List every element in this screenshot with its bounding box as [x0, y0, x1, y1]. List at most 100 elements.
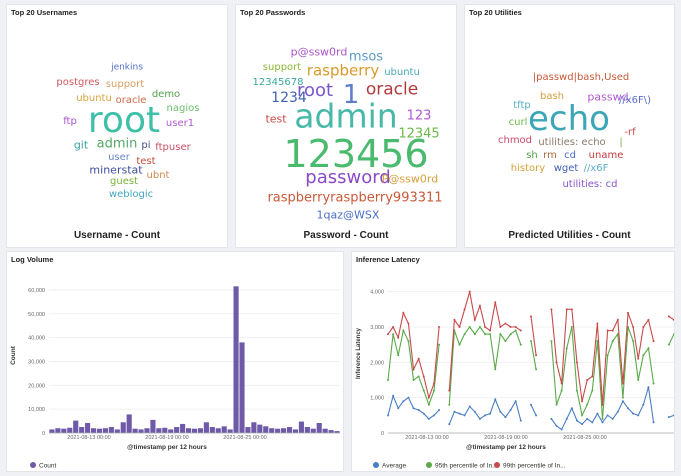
series-point — [652, 382, 655, 385]
series-point — [458, 343, 461, 346]
cloud-word[interactable]: //x6F — [584, 164, 609, 174]
series-point — [596, 322, 599, 325]
cloud-word[interactable]: utilities: echo — [538, 138, 605, 148]
series-point — [463, 333, 466, 336]
x-tick-label: 2021-08-25 00:00 — [563, 435, 606, 441]
x-axis-title: @timestamp per 12 hours — [127, 444, 207, 451]
cloud-word[interactable]: p@ssw0rd — [291, 47, 348, 58]
cloud-word[interactable]: user1 — [166, 119, 194, 129]
series-point — [417, 375, 420, 378]
series-point — [402, 311, 405, 314]
series-point — [550, 340, 553, 343]
cloud-word[interactable]: sh — [526, 151, 538, 161]
bar — [96, 428, 103, 433]
series-point — [422, 389, 425, 392]
log-volume-chart[interactable]: 0 10,000 20,000 30,000 40,000 50,000 60,000 202… — [7, 252, 343, 471]
series-point — [417, 409, 420, 412]
x-tick-label: 2021-08-19 00:00 — [145, 435, 188, 441]
y-tick-label: 20,000 — [28, 383, 45, 389]
inference-latency-chart[interactable]: 0 1,000 2,000 3,000 4,000 2021-08-13 00:00 202… — [352, 252, 674, 471]
cloud-word[interactable]: jenkins — [111, 63, 143, 73]
cloud-word[interactable]: ubnt — [147, 171, 170, 181]
series-point — [530, 403, 532, 406]
bar — [328, 430, 334, 433]
cloud-word[interactable]: //x6F\) — [619, 96, 651, 106]
cloud-word[interactable]: weblogic — [109, 190, 153, 200]
cloud-word[interactable]: support — [263, 63, 301, 73]
cloud-word[interactable]: ftpuser — [155, 143, 190, 153]
cloud-word[interactable]: admin — [294, 100, 397, 133]
cloud-word[interactable]: test — [265, 114, 286, 125]
cloud-word[interactable]: curl — [509, 118, 528, 128]
bar — [304, 427, 310, 433]
bar — [144, 428, 150, 433]
series-point — [422, 375, 425, 378]
cloud-word[interactable]: wget — [554, 164, 579, 174]
cloud-word[interactable]: support — [106, 80, 144, 90]
series-point — [611, 340, 614, 343]
cloud-word[interactable]: echo — [528, 102, 610, 136]
bar — [162, 427, 168, 433]
cloud-word[interactable]: | — [619, 138, 622, 148]
cloud-word[interactable]: minerstat — [89, 165, 142, 176]
cloud-word[interactable]: nagios — [167, 104, 200, 114]
series-point — [652, 340, 655, 343]
series-point — [570, 407, 573, 410]
series-point — [463, 414, 466, 417]
cloud-word[interactable]: raspberryraspberry993311 — [267, 192, 442, 205]
panel-inference-latency: Inference Latency 0 1,000 2,000 3,000 4,000 2… — [351, 251, 675, 472]
cloud-word[interactable]: utilities: cd — [562, 180, 617, 190]
bar — [191, 428, 198, 433]
cloud-word[interactable]: admin — [97, 138, 138, 151]
series-point — [494, 398, 497, 401]
cloud-word[interactable]: root — [88, 103, 160, 139]
series-point — [473, 318, 476, 321]
y-axis-title: Inference Latency — [356, 327, 362, 379]
cloud-word[interactable]: 123 — [407, 110, 432, 123]
cloud-word[interactable]: guest — [110, 177, 138, 187]
series-point — [397, 407, 400, 410]
series-point — [632, 326, 635, 328]
word-cloud-utilities: |passwd|bash,Used bash passwd tftp//x6F\) ec… — [465, 5, 674, 247]
series-point — [621, 396, 624, 399]
legend-label: Average — [382, 463, 406, 470]
series-point — [489, 329, 492, 332]
cloud-word[interactable]: cd — [564, 151, 576, 161]
series-point — [560, 389, 563, 392]
cloud-word[interactable]: postgres — [56, 78, 99, 88]
cloud-word[interactable]: git — [74, 140, 88, 151]
cloud-word[interactable]: 12345678 — [253, 78, 304, 88]
series-point — [606, 329, 609, 332]
cloud-word[interactable]: chmod — [498, 136, 532, 146]
cloud-word[interactable]: pi — [141, 141, 150, 151]
series-point — [535, 414, 538, 417]
cloud-word[interactable]: |passwd|bash,Used — [533, 73, 629, 83]
series-point — [611, 417, 614, 420]
series-point — [519, 343, 522, 346]
cloud-word[interactable]: demo — [152, 90, 180, 100]
series-point — [647, 318, 650, 321]
series-point — [667, 416, 670, 419]
cloud-word[interactable]: P@ssw0rd — [382, 174, 438, 185]
cloud-word[interactable]: ftp — [63, 117, 77, 127]
word-cloud-passwords: p@ssw0rd msos support raspberry ubuntu 123456… — [236, 5, 456, 247]
cloud-word[interactable]: raspberry — [307, 63, 379, 79]
series-point — [417, 357, 420, 360]
bar — [239, 342, 245, 433]
series-point — [637, 414, 640, 417]
bar — [174, 427, 180, 433]
cloud-word[interactable]: password — [305, 169, 390, 187]
cloud-word[interactable]: history — [511, 164, 545, 174]
cloud-word[interactable]: -rf — [624, 128, 635, 138]
series-point — [499, 333, 502, 336]
series-point — [581, 400, 584, 403]
cloud-word[interactable]: ubuntu — [384, 68, 420, 78]
series-point — [611, 329, 614, 332]
cloud-word[interactable]: user — [108, 153, 130, 163]
cloud-word[interactable]: rm — [543, 151, 557, 161]
cloud-word[interactable]: 1qaz@WSX — [317, 210, 380, 221]
cloud-word[interactable]: uname — [589, 151, 624, 161]
series-point — [601, 421, 604, 424]
series-point — [550, 308, 553, 311]
bar — [138, 429, 144, 433]
